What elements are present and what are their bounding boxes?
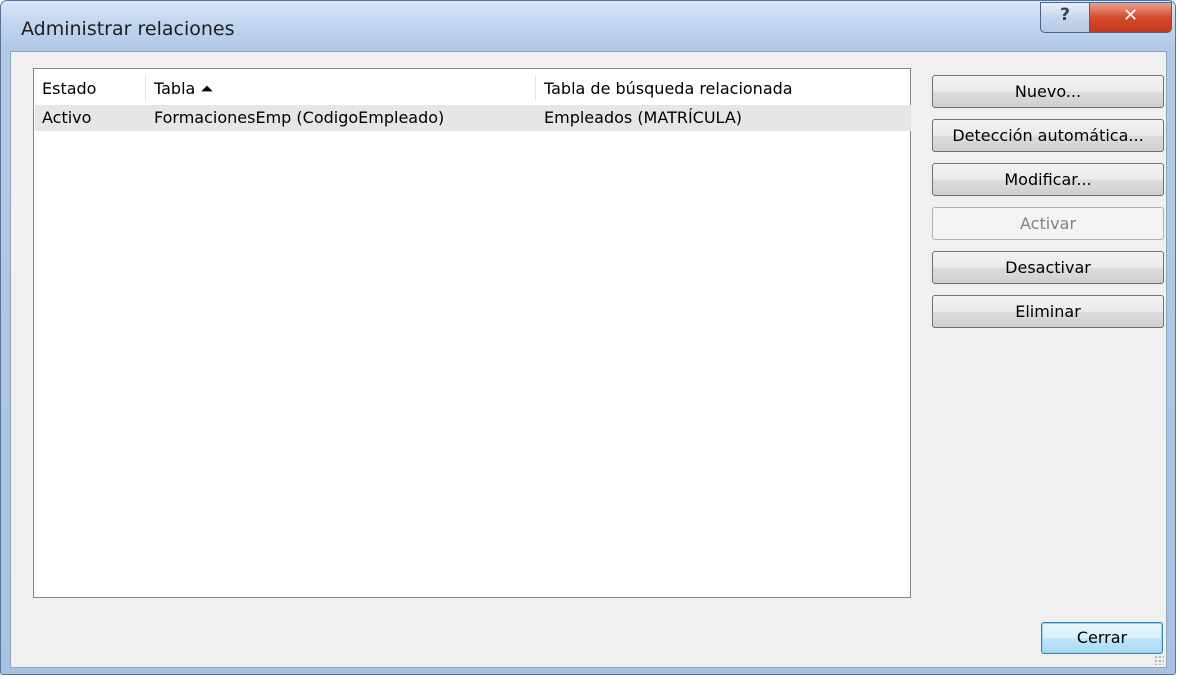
- close-icon: ✕: [1122, 5, 1139, 26]
- modificar-button[interactable]: Modificar...: [932, 163, 1164, 196]
- eliminar-button[interactable]: Eliminar: [932, 295, 1164, 328]
- help-icon: ?: [1060, 5, 1070, 25]
- activar-button[interactable]: Activar: [932, 207, 1164, 240]
- dialog-window: Administrar relaciones ? ✕ Estado Tabla …: [0, 0, 1176, 675]
- column-header-tabla[interactable]: Tabla ⏶: [154, 79, 213, 99]
- nuevo-button[interactable]: Nuevo...: [932, 75, 1164, 108]
- column-separator[interactable]: [535, 75, 536, 101]
- cell-estado: Activo: [42, 108, 92, 127]
- deteccion-automatica-button[interactable]: Detección automática...: [932, 119, 1164, 152]
- column-header-estado[interactable]: Estado: [42, 79, 96, 98]
- help-button[interactable]: ?: [1040, 2, 1090, 33]
- dialog-body: Estado Tabla ⏶ Tabla de búsqueda relacio…: [10, 51, 1167, 668]
- title-bar[interactable]: Administrar relaciones ? ✕: [1, 1, 1175, 51]
- table-row[interactable]: Activo FormacionesEmp (CodigoEmpleado) E…: [35, 105, 911, 131]
- resize-grip-icon[interactable]: [1154, 655, 1164, 665]
- list-header: Estado Tabla ⏶ Tabla de búsqueda relacio…: [34, 69, 910, 105]
- cell-tabla-busqueda: Empleados (MATRÍCULA): [544, 108, 743, 127]
- column-header-tabla-busqueda[interactable]: Tabla de búsqueda relacionada: [544, 79, 793, 98]
- cell-tabla: FormacionesEmp (CodigoEmpleado): [154, 108, 445, 127]
- relationships-list[interactable]: Estado Tabla ⏶ Tabla de búsqueda relacio…: [33, 68, 911, 598]
- cerrar-button[interactable]: Cerrar: [1041, 622, 1163, 654]
- column-separator[interactable]: [145, 75, 146, 101]
- close-button[interactable]: ✕: [1089, 2, 1172, 33]
- desactivar-button[interactable]: Desactivar: [932, 251, 1164, 284]
- dialog-title: Administrar relaciones: [21, 18, 235, 40]
